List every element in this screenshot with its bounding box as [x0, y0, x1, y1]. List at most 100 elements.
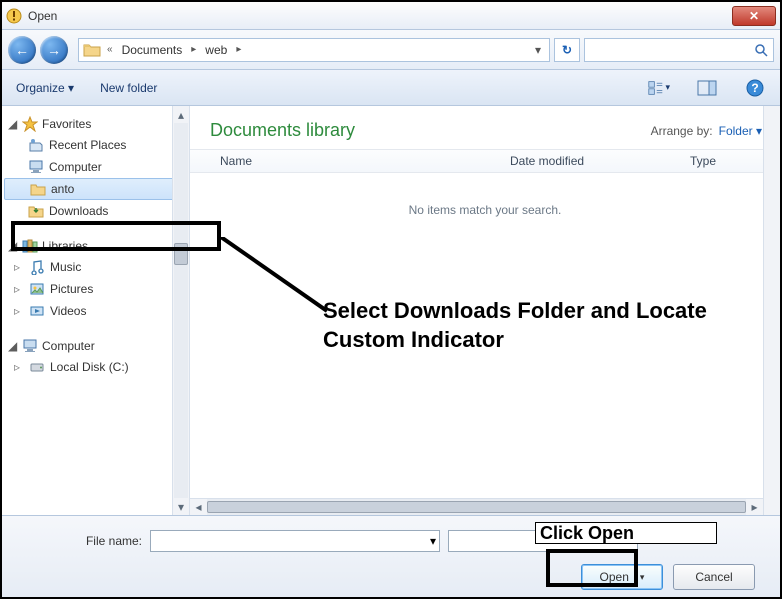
views-icon [648, 79, 665, 97]
new-folder-label: New folder [100, 81, 157, 95]
expand-icon: ▹ [14, 360, 24, 374]
chevron-right-icon: ▸ [234, 44, 243, 55]
computer-icon [28, 159, 44, 175]
scroll-down-icon[interactable]: ▾ [173, 498, 189, 515]
cancel-button-label: Cancel [695, 570, 732, 584]
forward-button[interactable]: → [40, 36, 68, 64]
sidebar-item-computer-fav[interactable]: Computer [2, 156, 189, 178]
computer-icon [22, 338, 38, 354]
nav-bar: ← → « Documents ▸ web ▸ ▾ ↻ [2, 30, 780, 70]
sidebar-scrollbar[interactable]: ▴ ▾ [172, 106, 189, 515]
horizontal-scrollbar[interactable]: ◂ ▸ [190, 498, 763, 515]
open-button[interactable]: Open ▾ [581, 564, 663, 590]
sidebar-item-pictures[interactable]: ▹ Pictures [2, 278, 189, 300]
app-icon [6, 8, 22, 24]
breadcrumb-item[interactable]: web [202, 43, 230, 57]
arrange-label: Arrange by: [651, 124, 713, 138]
sidebar-item-label: Pictures [50, 282, 93, 296]
column-type[interactable]: Type [690, 154, 770, 168]
sidebar-item-label: Recent Places [49, 138, 126, 152]
chevron-down-icon: ▾ [665, 82, 670, 93]
sidebar-section-favorites: ◢ Favorites Recent Places Computer anto … [2, 114, 189, 222]
hscroll-track[interactable] [207, 499, 746, 515]
window-title: Open [28, 9, 732, 23]
library-title: Documents library [210, 120, 651, 141]
hscroll-thumb[interactable] [207, 501, 746, 513]
sidebar-section-computer: ◢ Computer ▹ Local Disk (C:) [2, 336, 189, 378]
organize-menu[interactable]: Organize ▾ [16, 81, 74, 95]
column-modified[interactable]: Date modified [510, 154, 660, 168]
help-button[interactable]: ? [744, 77, 766, 99]
chevron-down-icon[interactable]: ▾ [430, 534, 436, 548]
sidebar-item-label: anto [51, 182, 74, 196]
close-button[interactable]: ✕ [732, 6, 776, 26]
chevron-right-icon: ▸ [189, 44, 198, 55]
expand-icon: ▹ [14, 304, 24, 318]
computer-label: Computer [42, 339, 95, 353]
collapse-icon: ◢ [8, 339, 18, 353]
sidebar: ◢ Favorites Recent Places Computer anto … [2, 106, 190, 515]
sidebar-item-label: Computer [49, 160, 102, 174]
svg-text:?: ? [751, 81, 758, 95]
sidebar-header-favorites[interactable]: ◢ Favorites [2, 114, 189, 134]
cancel-button[interactable]: Cancel [673, 564, 755, 590]
content-header: Documents library Arrange by: Folder ▾ [190, 106, 780, 149]
scroll-up-icon[interactable]: ▴ [173, 106, 189, 123]
sidebar-item-music[interactable]: ▹ Music [2, 256, 189, 278]
collapse-icon: ◢ [8, 239, 18, 253]
empty-message: No items match your search. [190, 173, 780, 247]
expand-icon: ▹ [14, 282, 24, 296]
split-chevron-icon[interactable]: ▾ [635, 572, 645, 583]
disk-icon [29, 359, 45, 375]
sidebar-item-label: Downloads [49, 204, 108, 218]
downloads-icon [28, 203, 44, 219]
sidebar-item-anto[interactable]: anto [4, 178, 187, 200]
column-name[interactable]: Name [220, 154, 480, 168]
libraries-icon [22, 238, 38, 254]
column-headers[interactable]: Name Date modified Type [190, 149, 780, 173]
breadcrumb[interactable]: « Documents ▸ web ▸ ▾ [78, 38, 550, 62]
breadcrumb-dropdown[interactable]: ▾ [531, 43, 545, 57]
sidebar-item-recent-places[interactable]: Recent Places [2, 134, 189, 156]
preview-pane-button[interactable] [696, 77, 718, 99]
annotation-click-open: Click Open [535, 522, 717, 544]
folder-icon [83, 42, 101, 57]
expand-icon: ▹ [14, 260, 24, 274]
organize-label: Organize ▾ [16, 81, 74, 95]
breadcrumb-item[interactable]: Documents [119, 43, 186, 57]
open-button-label: Open [600, 570, 629, 584]
file-name-input[interactable]: ▾ [150, 530, 440, 552]
search-input[interactable] [584, 38, 774, 62]
sidebar-item-videos[interactable]: ▹ Videos [2, 300, 189, 322]
arrow-right-icon: → [47, 42, 61, 58]
favorites-label: Favorites [42, 117, 91, 131]
music-icon [29, 259, 45, 275]
file-name-label: File name: [22, 534, 142, 548]
change-view-button[interactable]: ▾ [648, 77, 670, 99]
back-button[interactable]: ← [8, 36, 36, 64]
title-bar: Open ✕ [2, 2, 780, 30]
sidebar-item-downloads[interactable]: Downloads [2, 200, 189, 222]
sidebar-section-libraries: ◢ Libraries ▹ Music ▹ Pictures ▹ Videos [2, 236, 189, 322]
arrange-value[interactable]: Folder ▾ [719, 124, 762, 138]
scroll-left-icon[interactable]: ◂ [190, 500, 207, 514]
help-icon: ? [746, 79, 764, 97]
refresh-button[interactable]: ↻ [554, 38, 580, 62]
sidebar-item-local-disk[interactable]: ▹ Local Disk (C:) [2, 356, 189, 378]
toolbar: Organize ▾ New folder ▾ ? [2, 70, 780, 106]
arrange-by[interactable]: Arrange by: Folder ▾ [651, 124, 762, 138]
scroll-track[interactable] [174, 123, 188, 498]
collapse-icon: ◢ [8, 117, 18, 131]
sidebar-header-libraries[interactable]: ◢ Libraries [2, 236, 189, 256]
scroll-thumb[interactable] [174, 243, 188, 265]
new-folder-button[interactable]: New folder [100, 81, 157, 95]
sidebar-item-label: Local Disk (C:) [50, 360, 129, 374]
chevron-icon: « [105, 44, 115, 55]
preview-icon [697, 80, 717, 96]
favorites-icon [22, 116, 38, 132]
button-row: Open ▾ Cancel [22, 564, 760, 590]
content-vscroll-gutter [763, 106, 780, 515]
sidebar-header-computer[interactable]: ◢ Computer [2, 336, 189, 356]
sidebar-item-label: Music [50, 260, 81, 274]
scroll-right-icon[interactable]: ▸ [746, 500, 763, 514]
